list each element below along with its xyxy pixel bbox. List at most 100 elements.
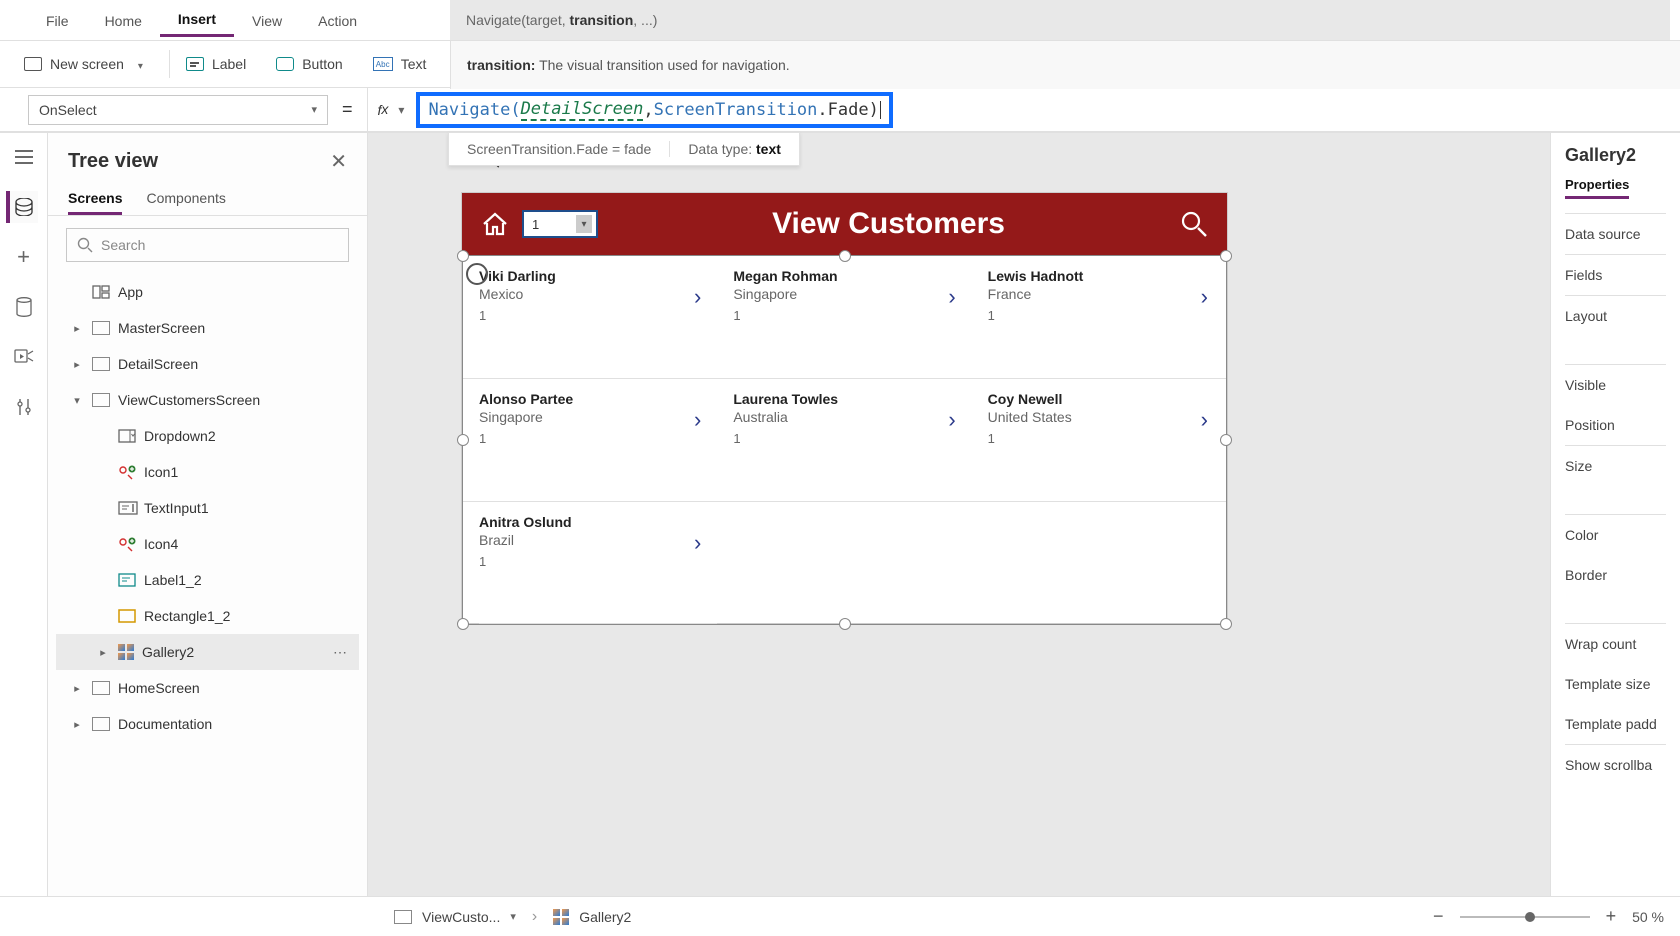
tree-tab-screens[interactable]: Screens [68,182,122,215]
chevron-down-icon: ▾ [311,103,317,116]
gallery-item[interactable]: Laurena Towles Australia 1 › [717,379,971,502]
tooltip-text: The visual transition used for navigatio… [539,57,790,73]
canvas-area[interactable]: ↖ 1 ▾ View Customers [368,133,1550,896]
prop-row-datasource[interactable]: Data source [1565,213,1666,254]
tab-view[interactable]: View [234,5,300,36]
tree-item-label: Icon4 [144,536,178,552]
label-btn-text: Label [212,56,246,72]
prop-row-layout[interactable]: Layout [1565,295,1666,336]
new-screen-button[interactable]: New screen [14,50,153,78]
chevron-right-icon[interactable]: › [1201,407,1208,433]
prop-row-templatepadding[interactable]: Template padd [1565,704,1666,744]
add-icon[interactable]: + [8,241,40,273]
customer-num: 1 [479,308,701,323]
dropdown-control[interactable]: 1 ▾ [522,210,598,238]
prop-row-color[interactable]: Color [1565,514,1666,555]
fx-chevron-icon[interactable]: ▾ [398,103,412,117]
customer-num: 1 [733,431,955,446]
tree-tab-components[interactable]: Components [146,182,225,215]
result-type-value: text [756,141,781,157]
prop-row-visible[interactable]: Visible [1565,364,1666,405]
tree-item-label: App [118,284,143,300]
breadcrumb-control[interactable]: Gallery2 [579,909,631,925]
text-dropdown-button[interactable]: AbcText [363,50,437,78]
formula-arg: DetailScreen [521,99,644,121]
prop-row-showscrollbar[interactable]: Show scrollba [1565,744,1666,785]
chevron-down-icon[interactable]: ▾ [510,910,516,923]
tree-item-homescreen[interactable]: ▸ HomeScreen [56,670,359,706]
tree-item-label: ViewCustomersScreen [118,392,260,408]
hamburger-icon[interactable] [8,141,40,173]
advanced-icon[interactable] [8,391,40,423]
gallery-item[interactable]: Alonso Partee Singapore 1 › [463,379,717,502]
tree-item-app[interactable]: ▸ App [56,274,359,310]
zoom-in-button[interactable]: + [1600,906,1623,927]
tab-action[interactable]: Action [300,5,375,36]
prop-row-wrapcount[interactable]: Wrap count [1565,623,1666,664]
ribbon-tabs: File Home Insert View Action Navigate(ta… [0,0,1680,40]
gallery-selection[interactable]: Viki Darling Mexico 1 › Megan Rohman Sin… [462,255,1227,625]
chevron-right-icon[interactable]: › [694,530,701,556]
label-button[interactable]: Label [176,50,256,78]
search-input[interactable]: Search [66,228,349,262]
tree-item-icon4[interactable]: ▸ Icon4 [56,526,359,562]
tab-file[interactable]: File [28,5,87,36]
customer-country: Mexico [479,286,701,302]
gallery-item[interactable]: Megan Rohman Singapore 1 › [717,256,971,379]
customer-name: Viki Darling [479,268,701,284]
media-icon[interactable] [8,341,40,373]
chevron-right-icon[interactable]: › [694,407,701,433]
tree-item-gallery2[interactable]: ▸ Gallery2 ⋯ [56,634,359,670]
tree-item-icon1[interactable]: ▸ Icon1 [56,454,359,490]
close-icon[interactable]: ✕ [330,149,347,174]
formula-input[interactable]: Navigate(DetailScreen, ScreenTransition.… [416,92,892,128]
customer-num: 1 [988,431,1210,446]
button-button[interactable]: Button [266,50,352,78]
breadcrumb-separator: › [526,908,543,926]
chevron-right-icon[interactable]: › [948,284,955,310]
more-icon[interactable]: ⋯ [333,644,347,661]
tree-view-icon[interactable] [6,191,38,223]
gallery-control[interactable]: Viki Darling Mexico 1 › Megan Rohman Sin… [463,256,1226,624]
tree-item-label1-2[interactable]: ▸ Label1_2 [56,562,359,598]
tree-item-label: TextInput1 [144,500,209,516]
gallery-item[interactable]: Viki Darling Mexico 1 › [463,256,717,379]
home-icon[interactable] [480,210,510,238]
data-icon[interactable] [8,291,40,323]
tree-item-masterscreen[interactable]: ▸ MasterScreen [56,310,359,346]
tree-item-detailscreen[interactable]: ▸ DetailScreen [56,346,359,382]
prop-row-size[interactable]: Size [1565,445,1666,486]
screen-title: View Customers [598,207,1179,241]
chevron-right-icon[interactable]: › [1201,284,1208,310]
tree-item-dropdown2[interactable]: ▸ Dropdown2 [56,418,359,454]
zoom-out-button[interactable]: − [1427,906,1450,927]
tree-item-rectangle1-2[interactable]: ▸ Rectangle1_2 [56,598,359,634]
chevron-right-icon[interactable]: › [948,407,955,433]
tree-item-documentation[interactable]: ▸ Documentation [56,706,359,742]
property-selector[interactable]: OnSelect ▾ [28,95,328,125]
tree-item-textinput1[interactable]: ▸ TextInput1 [56,490,359,526]
breadcrumb-screen[interactable]: ViewCusto... [422,909,500,925]
customer-name: Laurena Towles [733,391,955,407]
prop-row-border[interactable]: Border [1565,555,1666,595]
tab-home[interactable]: Home [87,5,160,36]
result-type: Data type: text [670,141,799,157]
zoom-slider[interactable] [1460,916,1590,918]
tree-item-viewcustomersscreen[interactable]: ▾ ViewCustomersScreen [56,382,359,418]
properties-tab[interactable]: Properties [1565,177,1629,199]
gallery-item[interactable]: Coy Newell United States 1 › [972,379,1226,502]
tree-view-title: Tree view [68,150,158,173]
chevron-right-icon[interactable]: › [694,284,701,310]
prop-row-templatesize[interactable]: Template size [1565,664,1666,704]
customer-num: 1 [479,431,701,446]
gallery-item[interactable]: Lewis Hadnott France 1 › [972,256,1226,379]
prop-row-fields[interactable]: Fields [1565,254,1666,295]
formula-bar: OnSelect ▾ = fx ▾ Navigate(DetailScreen,… [0,88,1680,132]
tab-insert[interactable]: Insert [160,3,234,37]
customer-num: 1 [733,308,955,323]
prop-row-position[interactable]: Position [1565,405,1666,445]
search-icon[interactable] [1179,209,1209,239]
gallery-item[interactable]: Anitra Oslund Brazil 1 › [463,502,717,624]
status-bar: ViewCusto... ▾ › Gallery2 − + 50 % [0,896,1680,936]
equals-sign: = [328,99,367,120]
